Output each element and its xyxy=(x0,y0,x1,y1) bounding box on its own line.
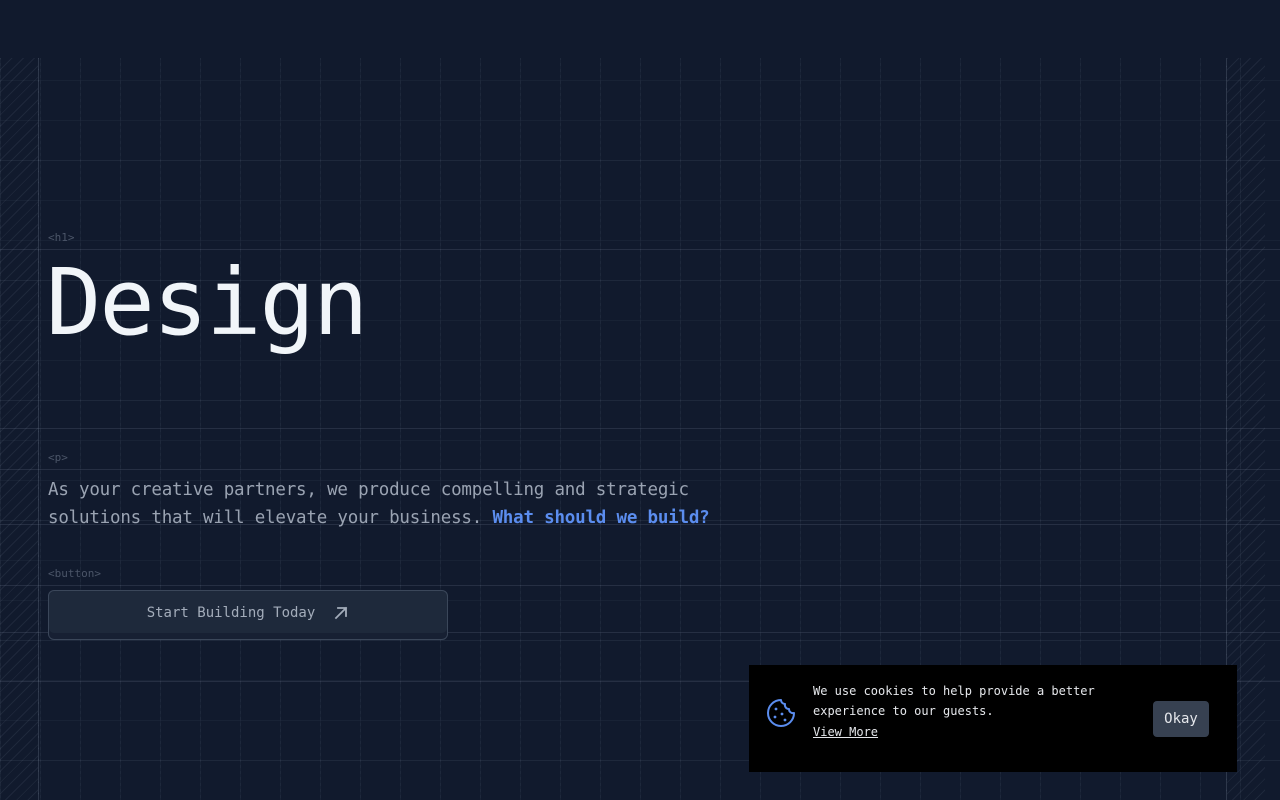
guide-line xyxy=(0,585,1280,586)
page-title: Design xyxy=(46,249,368,356)
guide-line xyxy=(0,428,1280,429)
what-should-we-build-link[interactable]: What should we build? xyxy=(492,508,709,528)
left-hatch-gutter xyxy=(0,58,39,800)
start-building-button[interactable]: Start Building Today xyxy=(48,590,448,640)
h1-tag-label: <h1> xyxy=(48,231,75,244)
cookie-icon xyxy=(765,697,797,729)
arrow-up-right-icon xyxy=(333,605,349,621)
guide-line xyxy=(0,469,1280,470)
okay-button[interactable]: Okay xyxy=(1153,701,1209,737)
p-tag-label: <p> xyxy=(48,451,68,464)
view-more-link[interactable]: View More xyxy=(813,725,878,739)
button-tag-label: <button> xyxy=(48,567,101,580)
cookie-banner: We use cookies to help provide a better … xyxy=(749,665,1237,772)
cookie-message: We use cookies to help provide a better … xyxy=(813,684,1095,718)
top-bar xyxy=(0,0,1280,58)
page: <h1> Design <p> As your creative partner… xyxy=(0,0,1280,800)
hero-description: As your creative partners, we produce co… xyxy=(48,476,748,532)
start-building-label: Start Building Today xyxy=(146,605,316,621)
